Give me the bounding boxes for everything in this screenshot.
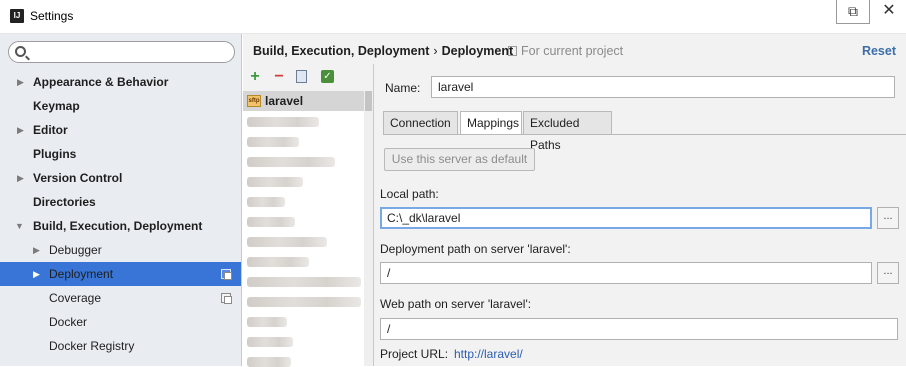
blurred-server-item[interactable]	[247, 137, 299, 147]
tab-divider	[383, 134, 906, 135]
blurred-server-item[interactable]	[247, 217, 295, 227]
sidebar-item-coverage[interactable]: Coverage	[0, 286, 241, 310]
server-list-panel: + − ✓ sftp laravel	[243, 64, 374, 367]
browse-local-path-button[interactable]: ...	[877, 207, 899, 229]
scope-text: For current project	[521, 44, 624, 58]
remove-icon[interactable]: −	[272, 69, 286, 85]
sidebar-item-label: Deployment	[49, 267, 114, 281]
set-default-icon[interactable]: ✓	[321, 70, 334, 83]
reset-link[interactable]: Reset	[862, 44, 896, 58]
copy-icon[interactable]	[296, 70, 307, 83]
title-bar: IJ Settings ⧉ ✕	[0, 0, 906, 34]
sidebar-item-label: Keymap	[33, 99, 80, 113]
sidebar-item-version-control[interactable]: ▶ Version Control	[0, 166, 241, 190]
project-url-link[interactable]: http://laravel/	[454, 347, 523, 361]
blurred-server-item[interactable]	[247, 257, 309, 267]
project-scope-icon	[221, 293, 232, 304]
tab-connection[interactable]: Connection	[383, 111, 458, 135]
settings-main: Build, Execution, Deployment › Deployment …	[243, 34, 906, 367]
sidebar-item-docker-registry[interactable]: Docker Registry	[0, 334, 241, 358]
sidebar-item-directories[interactable]: Directories	[0, 190, 241, 214]
sidebar-item-label: Build, Execution, Deployment	[33, 219, 203, 233]
blurred-server-item[interactable]	[247, 197, 285, 207]
scope-note: For current project	[508, 44, 623, 58]
server-item-laravel[interactable]: sftp laravel	[243, 91, 373, 111]
chevron-right-icon[interactable]: ▶	[33, 238, 40, 262]
sidebar-item-build-execution-deployment[interactable]: ▼ Build, Execution, Deployment	[0, 214, 241, 238]
blurred-server-item[interactable]	[247, 157, 335, 167]
blurred-server-item[interactable]	[247, 297, 361, 307]
server-list-scrollbar[interactable]	[364, 91, 373, 366]
sftp-icon: sftp	[247, 95, 261, 107]
sidebar-item-label: Plugins	[33, 147, 77, 161]
sidebar-item-appearance-behavior[interactable]: ▶ Appearance & Behavior	[0, 70, 241, 94]
server-list-toolbar: + − ✓	[243, 64, 373, 91]
sidebar-item-keymap[interactable]: Keymap	[0, 94, 241, 118]
sidebar-item-editor[interactable]: ▶ Editor	[0, 118, 241, 142]
sidebar-item-label: Docker	[49, 315, 88, 329]
sidebar-item-label: Editor	[33, 123, 68, 137]
blurred-server-item[interactable]	[247, 317, 287, 327]
tab-mappings[interactable]: Mappings	[460, 111, 522, 135]
window-title: Settings	[30, 9, 74, 23]
restore-button[interactable]: ⧉	[836, 0, 870, 24]
close-button[interactable]: ✕	[872, 0, 906, 24]
sidebar-item-label: Coverage	[49, 291, 102, 305]
project-scope-icon	[221, 269, 232, 280]
scrollbar-thumb[interactable]	[365, 91, 372, 111]
local-path-field[interactable]: C:\_dk\laravel	[380, 207, 872, 229]
breadcrumb-separator: ›	[433, 44, 438, 58]
breadcrumb-current: Deployment	[441, 44, 514, 58]
breadcrumb-parent[interactable]: Build, Execution, Deployment	[253, 44, 429, 58]
chevron-right-icon[interactable]: ▶	[33, 262, 40, 286]
breadcrumb: Build, Execution, Deployment › Deployment	[253, 44, 513, 58]
sidebar-item-label: Docker Registry	[49, 339, 135, 353]
name-label: Name:	[385, 81, 421, 95]
sidebar-item-plugins[interactable]: Plugins	[0, 142, 241, 166]
server-config-form: Name: laravel Connection Mappings Exclud…	[375, 64, 906, 366]
sidebar-item-label: Version Control	[33, 171, 123, 185]
deployment-path-label: Deployment path on server 'laravel':	[380, 242, 571, 256]
web-path-field[interactable]: /	[380, 318, 898, 340]
add-icon[interactable]: +	[248, 69, 262, 85]
sidebar-item-label: Directories	[33, 195, 96, 209]
blurred-server-item[interactable]	[247, 337, 293, 347]
sidebar-item-deployment[interactable]: ▶ Deployment	[0, 262, 241, 286]
blurred-server-item[interactable]	[247, 117, 319, 127]
blurred-server-item[interactable]	[247, 277, 361, 287]
deployment-path-field[interactable]: /	[380, 262, 872, 284]
sidebar-item-debugger[interactable]: ▶ Debugger	[0, 238, 241, 262]
sidebar-item-label: Appearance & Behavior	[33, 75, 169, 89]
chevron-right-icon[interactable]: ▶	[17, 166, 24, 190]
sidebar-item-label: Debugger	[49, 243, 102, 257]
browse-deployment-path-button[interactable]: ...	[877, 262, 899, 284]
chevron-right-icon[interactable]: ▶	[17, 118, 24, 142]
tab-excluded-paths[interactable]: Excluded Paths	[523, 111, 612, 152]
chevron-right-icon[interactable]: ▶	[17, 70, 24, 94]
local-path-label: Local path:	[380, 187, 439, 201]
sidebar-item-docker[interactable]: Docker	[0, 310, 241, 334]
blurred-server-item[interactable]	[247, 177, 303, 187]
server-name: laravel	[265, 94, 304, 108]
blurred-server-item[interactable]	[247, 237, 327, 247]
chevron-down-icon[interactable]: ▼	[15, 214, 24, 238]
app-icon: IJ	[10, 9, 24, 23]
use-as-default-button[interactable]: Use this server as default	[384, 148, 535, 171]
project-url-label: Project URL:	[380, 347, 449, 361]
settings-sidebar: ▶ Appearance & Behavior Keymap ▶ Editor …	[0, 34, 242, 366]
search-icon	[15, 46, 26, 57]
web-path-label: Web path on server 'laravel':	[380, 297, 532, 311]
project-scope-icon	[508, 46, 517, 56]
name-field[interactable]: laravel	[431, 76, 895, 98]
search-input[interactable]	[8, 41, 235, 63]
